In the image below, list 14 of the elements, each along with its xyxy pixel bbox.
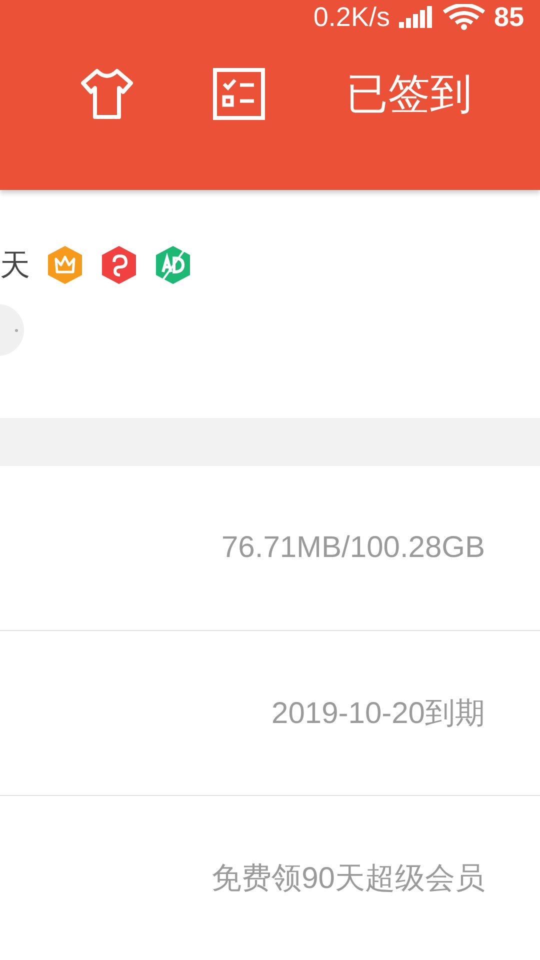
ad-badge-icon xyxy=(154,245,192,285)
network-speed: 0.2K/s xyxy=(313,2,390,32)
p-badge-icon xyxy=(100,245,138,285)
signal-icon xyxy=(398,6,434,28)
checklist-icon[interactable] xyxy=(212,67,266,121)
row-value: 免费领90天超级会员 xyxy=(212,860,485,896)
row-value: 76.71MB/100.28GB xyxy=(221,531,485,565)
crown-badge-icon xyxy=(46,245,84,285)
user-name: 天 xyxy=(0,246,30,284)
wifi-icon xyxy=(442,4,486,30)
tshirt-icon[interactable] xyxy=(80,68,134,120)
signed-in-button[interactable]: 已签到 xyxy=(346,66,472,122)
battery-level: 85 xyxy=(494,2,524,32)
row-value: 2019-10-20到期 xyxy=(272,696,485,732)
